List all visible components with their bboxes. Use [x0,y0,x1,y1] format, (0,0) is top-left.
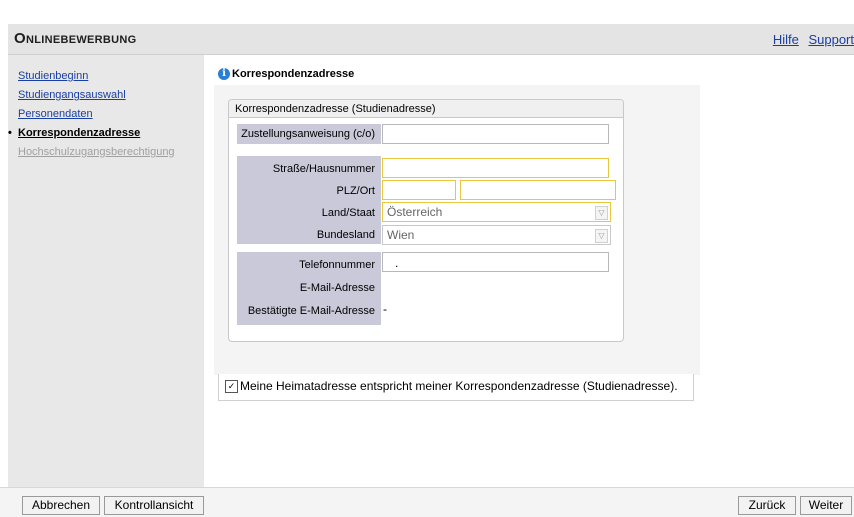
country-select-value: Österreich [387,205,443,219]
sidebar-item-label[interactable]: Korrespondenzadresse [18,127,140,139]
next-button[interactable]: Weiter [800,496,852,515]
label-column-address: Straße/Hausnummer PLZ/Ort Land/Staat Bun… [237,156,381,244]
app-header: Onlinebewerbung Hilfe Support [8,24,854,55]
form-panel: Korrespondenzadresse (Studienadresse) Zu… [214,85,700,375]
sidebar-item-label: Hochschulzugangsberechtigung [18,146,175,158]
sidebar-item-personendaten[interactable]: Personendaten [18,105,175,124]
header-links: Hilfe Support [767,32,854,47]
sidebar-item-korrespondenzadresse[interactable]: • Korrespondenzadresse [8,124,175,143]
street-input[interactable] [382,158,609,178]
same-address-checkbox-row[interactable]: ✓ Meine Heimatadresse entspricht meiner … [218,374,694,401]
back-button[interactable]: Zurück [738,496,796,515]
help-link[interactable]: Hilfe [773,32,799,47]
ort-input[interactable] [460,180,616,200]
label-column-co: Zustellungsanweisung (c/o) [237,124,381,144]
info-icon: i [218,67,230,80]
same-address-checkbox[interactable]: ✓ [225,380,238,393]
sidebar: Studienbeginn Studiengangsauswahl Person… [8,55,204,487]
sidebar-item-hochschulzugangsberechtigung: Hochschulzugangsberechtigung [18,143,175,162]
cancel-button[interactable]: Abbrechen [22,496,100,515]
active-bullet: • [8,127,12,139]
bundesland-select-value: Wien [387,228,415,242]
chevron-down-icon: ▽ [595,206,608,220]
tab-korrespondenzadresse[interactable]: i Korrespondenzadresse [214,65,363,87]
sidebar-item-label[interactable]: Personendaten [18,108,93,120]
sidebar-item-studiengangsauswahl[interactable]: Studiengangsauswahl [18,86,175,105]
email-confirmed-value: - [383,302,387,316]
chevron-down-icon: ▽ [595,229,608,243]
country-label: Land/Staat [321,207,375,219]
plz-ort-label: PLZ/Ort [336,185,375,197]
bundesland-select[interactable]: Wien ▽ [382,225,611,245]
care-of-input[interactable] [382,124,609,144]
sidebar-item-label[interactable]: Studienbeginn [18,70,88,82]
fieldset-legend: Korrespondenzadresse (Studienadresse) [229,100,623,118]
sidebar-item-studienbeginn[interactable]: Studienbeginn [18,67,175,86]
plz-input[interactable] [382,180,456,200]
country-select[interactable]: Österreich ▽ [382,202,611,222]
overview-button[interactable]: Kontrollansicht [104,496,204,515]
email-label: E-Mail-Adresse [299,282,375,294]
bottom-button-bar: Abbrechen Kontrollansicht Zurück Weiter [0,487,854,517]
page-title: Onlinebewerbung [14,30,137,47]
label-column-contact: Telefonnummer E-Mail-Adresse Bestätigte … [237,252,381,325]
same-address-checkbox-label[interactable]: Meine Heimatadresse entspricht meiner Ko… [240,379,678,393]
phone-label: Telefonnummer [299,259,375,271]
support-link[interactable]: Support [808,32,854,47]
bundesland-label: Bundesland [316,229,375,241]
main-content: i Korrespondenzadresse Korrespondenzadres… [204,55,854,487]
sidebar-list: Studienbeginn Studiengangsauswahl Person… [8,67,175,162]
top-strip [0,0,854,24]
tab-label: Korrespondenzadresse [232,67,355,80]
address-fieldset: Korrespondenzadresse (Studienadresse) Zu… [228,99,624,342]
care-of-label: Zustellungsanweisung (c/o) [241,128,375,140]
sidebar-item-label[interactable]: Studiengangsauswahl [18,89,126,101]
email-confirmed-label: Bestätigte E-Mail-Adresse [247,305,375,317]
phone-input[interactable]: . [382,252,609,272]
street-label: Straße/Hausnummer [272,163,375,175]
